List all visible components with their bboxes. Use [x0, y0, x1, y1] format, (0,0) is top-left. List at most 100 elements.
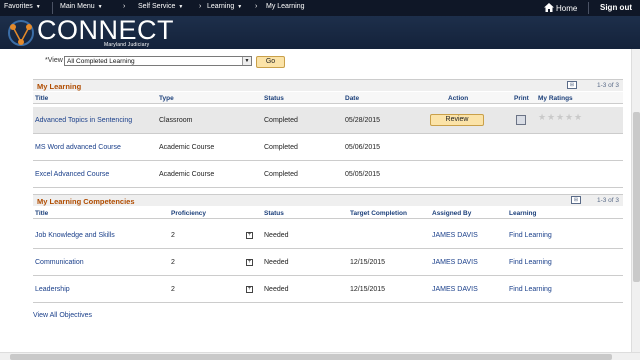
- learning-status: Completed: [264, 171, 298, 178]
- rating-star-icon[interactable]: ★: [538, 112, 546, 123]
- main-menu-label: Main Menu: [60, 3, 95, 10]
- col-title: Title: [35, 95, 49, 102]
- col-status: Status: [264, 210, 284, 217]
- col-title: Title: [35, 210, 49, 217]
- view-select-value: All Completed Learning: [67, 58, 135, 65]
- view-select[interactable]: All Completed Learning ▼: [64, 56, 252, 66]
- competencies-title: My Learning Competencies: [37, 197, 135, 206]
- rating-star-icon[interactable]: ★: [565, 112, 573, 123]
- learning-title-link[interactable]: Excel Advanced Course: [35, 171, 109, 178]
- chevron-down-icon: ▼: [35, 4, 41, 10]
- breadcrumb-separator-icon: ›: [123, 3, 126, 10]
- chevron-down-icon: ▼: [97, 4, 103, 10]
- rating-star-icon[interactable]: ★: [547, 112, 555, 123]
- col-status: Status: [264, 95, 284, 102]
- learning-title-link[interactable]: MS Word advanced Course: [35, 144, 121, 151]
- my-learning-header: My Learning ⊞ 1-3 of 3: [33, 79, 623, 91]
- learning-type: Academic Course: [159, 144, 215, 151]
- assigned-by-link[interactable]: JAMES DAVIS: [432, 286, 478, 293]
- learning-date: 05/05/2015: [345, 171, 381, 178]
- chevron-down-icon[interactable]: ▼: [242, 57, 251, 65]
- home-link[interactable]: Home: [544, 3, 577, 13]
- table-row: Advanced Topics in Sentencing Classroom …: [33, 107, 623, 134]
- competency-status: Needed: [264, 259, 289, 266]
- self-service-menu[interactable]: Self Service ▼: [138, 3, 183, 10]
- breadcrumb-separator-icon: ›: [255, 3, 258, 10]
- rating-star-icon[interactable]: ★: [574, 112, 582, 123]
- competency-proficiency: 2: [171, 286, 175, 293]
- rating-star-icon[interactable]: ★: [556, 112, 564, 123]
- brand-subtitle: Maryland Judiciary: [104, 42, 150, 48]
- competency-title-link[interactable]: Communication: [35, 259, 84, 266]
- learning-title-link[interactable]: Advanced Topics in Sentencing: [35, 117, 132, 124]
- sign-out-link[interactable]: Sign out: [600, 3, 632, 12]
- favorites-menu[interactable]: Favorites ▼: [4, 3, 41, 10]
- competency-status: Needed: [264, 286, 289, 293]
- find-learning-link[interactable]: Find Learning: [509, 286, 552, 293]
- home-label: Home: [556, 4, 578, 13]
- view-all-objectives-link[interactable]: View All Objectives: [33, 312, 92, 319]
- competencies-column-headers: Title Proficiency Status Target Completi…: [33, 207, 623, 219]
- review-button[interactable]: Review: [430, 114, 484, 126]
- main-menu[interactable]: Main Menu ▼: [60, 3, 103, 10]
- my-learning-title: My Learning: [37, 82, 82, 91]
- col-action: Action: [448, 95, 469, 102]
- breadcrumb-separator-icon: ›: [199, 3, 202, 10]
- nav-divider: [588, 2, 589, 14]
- col-type: Type: [159, 95, 174, 102]
- breadcrumb-current: My Learning: [266, 3, 305, 10]
- learning-status: Completed: [264, 144, 298, 151]
- competency-proficiency: 2: [171, 232, 175, 239]
- download-icon[interactable]: ⊞: [567, 81, 577, 89]
- competency-title-link[interactable]: Job Knowledge and Skills: [35, 232, 115, 239]
- top-nav-bar: Favorites ▼ Main Menu ▼ › Self Service ▼ › …: [0, 0, 640, 16]
- col-my-ratings: My Ratings: [538, 95, 573, 102]
- table-row: Leadership 2 + Needed 12/15/2015 JAMES D…: [33, 276, 623, 303]
- my-learning-count: 1-3 of 3: [596, 82, 619, 89]
- horizontal-scrollbar-thumb[interactable]: [10, 354, 612, 360]
- competency-target: 12/15/2015: [350, 259, 386, 266]
- find-learning-link[interactable]: Find Learning: [509, 232, 552, 239]
- vertical-scrollbar[interactable]: [631, 49, 640, 352]
- vertical-scrollbar-thumb[interactable]: [633, 112, 640, 282]
- col-learning: Learning: [509, 210, 537, 217]
- print-icon[interactable]: [516, 115, 526, 125]
- brand-title: CONNECT: [37, 15, 174, 45]
- main-content: *View All Completed Learning ▼ Go My Lea…: [0, 49, 631, 352]
- judiciary-logo-icon: [8, 20, 34, 46]
- table-row: Communication 2 + Needed 12/15/2015 JAME…: [33, 249, 623, 276]
- learning-type: Classroom: [159, 117, 193, 124]
- assigned-by-link[interactable]: JAMES DAVIS: [432, 259, 478, 266]
- col-date: Date: [345, 95, 360, 102]
- assigned-by-link[interactable]: JAMES DAVIS: [432, 232, 478, 239]
- favorites-label: Favorites: [4, 3, 33, 10]
- col-assigned-by: Assigned By: [432, 210, 472, 217]
- competency-proficiency: 2: [171, 259, 175, 266]
- download-icon[interactable]: ⊞: [571, 196, 581, 204]
- horizontal-scrollbar[interactable]: [0, 352, 640, 360]
- expand-icon[interactable]: +: [246, 286, 253, 293]
- col-proficiency: Proficiency: [171, 210, 207, 217]
- learning-menu[interactable]: Learning ▼: [207, 3, 242, 10]
- expand-icon[interactable]: +: [246, 232, 253, 239]
- self-service-label: Self Service: [138, 3, 176, 10]
- view-label: *View: [45, 57, 63, 64]
- competencies-header: My Learning Competencies ⊞ 1-3 of 3: [33, 194, 623, 206]
- competency-target: 12/15/2015: [350, 286, 386, 293]
- learning-status: Completed: [264, 117, 298, 124]
- col-print: Print: [514, 95, 529, 102]
- competencies-count: 1-3 of 3: [596, 197, 619, 204]
- table-row: Job Knowledge and Skills 2 + Needed JAME…: [33, 222, 623, 249]
- home-icon: [544, 3, 554, 12]
- chevron-down-icon: ▼: [237, 4, 243, 10]
- my-learning-column-headers: Title Type Status Date Action Print My R…: [33, 92, 623, 104]
- nav-divider: [52, 2, 53, 14]
- table-row: MS Word advanced Course Academic Course …: [33, 134, 623, 161]
- expand-icon[interactable]: +: [246, 259, 253, 266]
- find-learning-link[interactable]: Find Learning: [509, 259, 552, 266]
- competency-title-link[interactable]: Leadership: [35, 286, 70, 293]
- chevron-down-icon: ▼: [178, 4, 184, 10]
- go-button[interactable]: Go: [256, 56, 285, 68]
- table-row: Excel Advanced Course Academic Course Co…: [33, 161, 623, 188]
- learning-type: Academic Course: [159, 171, 215, 178]
